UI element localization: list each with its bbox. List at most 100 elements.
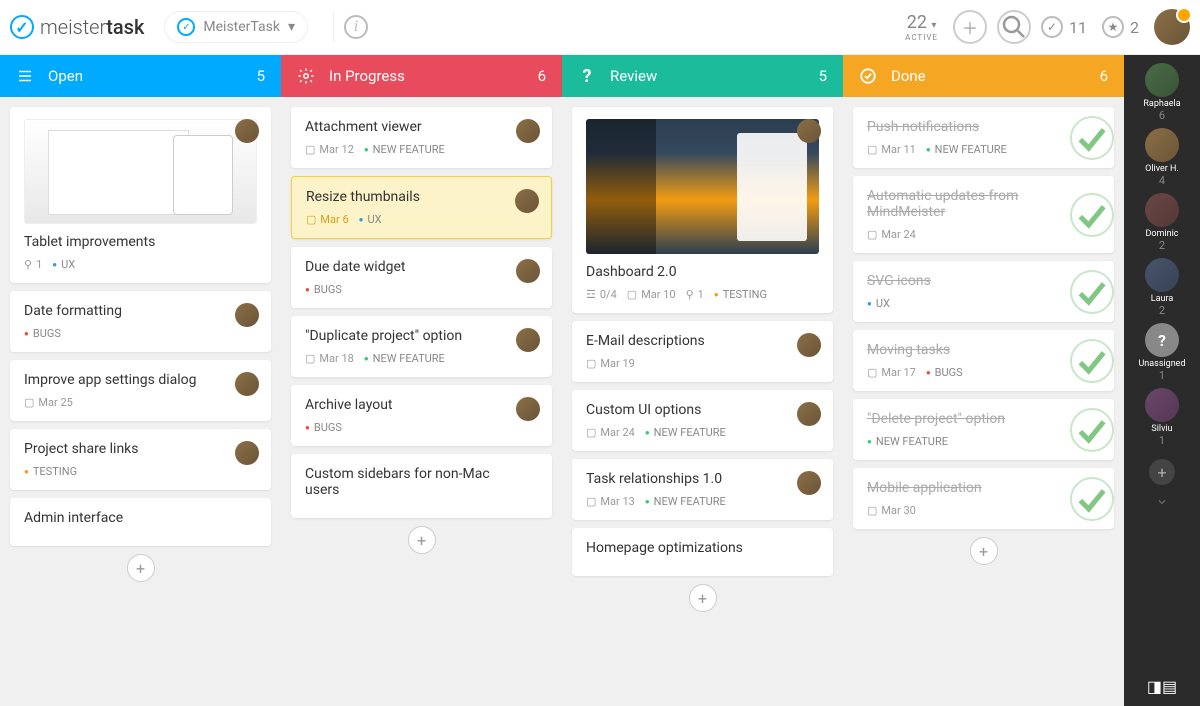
user-name: Oliver H. bbox=[1145, 164, 1179, 174]
task-card[interactable]: Tablet improvements⚲ 1UX bbox=[10, 107, 271, 283]
add-user-button[interactable]: + bbox=[1149, 459, 1175, 485]
sidebar-user[interactable]: Dominic 2 bbox=[1145, 193, 1179, 252]
task-card[interactable]: Task relationships 1.0 ▢ Mar 13 NEW FEATUR… bbox=[572, 459, 833, 520]
user-avatar: ? bbox=[1145, 323, 1179, 357]
tag: TESTING bbox=[24, 465, 77, 478]
card-title: Custom UI options bbox=[586, 402, 819, 418]
due-date: ▢ Mar 6 bbox=[306, 213, 349, 226]
add-card-button[interactable]: + bbox=[127, 554, 155, 582]
assignee-avatar[interactable] bbox=[516, 397, 540, 421]
sidebar-user[interactable]: ? Unassigned 1 bbox=[1138, 323, 1185, 382]
task-card[interactable]: "Delete project" optionNEW FEATURE bbox=[853, 399, 1114, 460]
active-tasks-count[interactable]: 22 ▾ ACTIVE bbox=[905, 12, 938, 42]
gear-icon bbox=[297, 67, 315, 85]
task-card[interactable]: Mobile application▢ Mar 30 bbox=[853, 468, 1114, 529]
assignee-avatar[interactable] bbox=[797, 119, 821, 143]
assignee-avatar[interactable] bbox=[516, 119, 540, 143]
tag: BUGS bbox=[926, 366, 963, 379]
assignee-avatar[interactable] bbox=[797, 333, 821, 357]
task-card[interactable]: Improve app settings dialog▢ Mar 25 bbox=[10, 360, 271, 421]
assignee-avatar[interactable] bbox=[515, 189, 539, 213]
task-card[interactable]: Push notifications▢ Mar 11NEW FEATURE bbox=[853, 107, 1114, 168]
column-header[interactable]: Done 6 bbox=[843, 55, 1124, 97]
assignee-avatar[interactable] bbox=[516, 328, 540, 352]
board: Open 5 Tablet improvements⚲ 1UX Date form… bbox=[0, 55, 1200, 706]
card-meta: ⚲ 1UX bbox=[24, 258, 257, 271]
assignee-avatar[interactable] bbox=[235, 441, 259, 465]
sidebar-user[interactable]: Silviu 1 bbox=[1145, 388, 1179, 447]
expand-icon[interactable]: ⌄ bbox=[1155, 489, 1168, 508]
paperclip-icon: ⚲ bbox=[24, 258, 32, 271]
assignee-avatar[interactable] bbox=[797, 471, 821, 495]
calendar-icon: ▢ bbox=[586, 357, 596, 370]
add-button[interactable]: ＋ bbox=[953, 10, 987, 44]
task-card[interactable]: Custom sidebars for non-Mac users bbox=[291, 454, 552, 518]
calendar-icon: ▢ bbox=[867, 366, 877, 379]
sidebar-user[interactable]: Laura 2 bbox=[1145, 258, 1179, 317]
card-title: Push notifications bbox=[867, 119, 1059, 135]
star-stat[interactable]: ★ 2 bbox=[1102, 16, 1139, 38]
task-card[interactable]: Homepage optimizations bbox=[572, 528, 833, 576]
add-card-button[interactable]: + bbox=[689, 584, 717, 612]
card-meta: ▢ Mar 12NEW FEATURE bbox=[305, 143, 538, 156]
assignee-avatar[interactable] bbox=[797, 402, 821, 426]
add-card-button[interactable]: + bbox=[408, 526, 436, 554]
column-count: 5 bbox=[257, 67, 265, 85]
user-avatar bbox=[1145, 193, 1179, 227]
due-date: ▢ Mar 18 bbox=[305, 352, 354, 365]
due-date: ▢ Mar 13 bbox=[586, 495, 635, 508]
assignee-avatar[interactable] bbox=[235, 372, 259, 396]
column-title: Done bbox=[891, 67, 926, 85]
assignee-avatar[interactable] bbox=[235, 119, 259, 143]
task-card[interactable]: "Duplicate project" option▢ Mar 18NEW FE… bbox=[291, 316, 552, 377]
tag: BUGS bbox=[305, 283, 342, 296]
card-meta: ▢ Mar 24NEW FEATURE bbox=[586, 426, 819, 439]
column-header[interactable]: ? Review 5 bbox=[562, 55, 843, 97]
task-card[interactable]: Automatic updates from MindMeister▢ Mar … bbox=[853, 176, 1114, 253]
column-body: Attachment viewer▢ Mar 12NEW FEATURE Resi… bbox=[281, 97, 562, 706]
task-card[interactable]: Dashboard 2.0☲ 0/4▢ Mar 10⚲ 1TESTING bbox=[572, 107, 833, 313]
task-card[interactable]: SVG iconsUX bbox=[853, 261, 1114, 322]
card-title: "Duplicate project" option bbox=[305, 328, 538, 344]
user-avatar[interactable] bbox=[1154, 9, 1190, 45]
task-card[interactable]: Due date widgetBUGS bbox=[291, 247, 552, 308]
task-card[interactable]: Custom UI options ▢ Mar 24NEW FEATURE bbox=[572, 390, 833, 451]
task-card[interactable]: Date formattingBUGS bbox=[10, 291, 271, 352]
chevron-down-icon: ▾ bbox=[288, 19, 295, 35]
card-meta: BUGS bbox=[305, 421, 538, 434]
sidebar-user[interactable]: Oliver H. 4 bbox=[1145, 128, 1179, 187]
task-card[interactable]: Archive layoutBUGS bbox=[291, 385, 552, 446]
task-card[interactable]: E-Mail descriptions▢ Mar 19 bbox=[572, 321, 833, 382]
tag: BUGS bbox=[24, 327, 61, 340]
task-card[interactable]: Admin interface bbox=[10, 498, 271, 546]
tag: NEW FEATURE bbox=[645, 495, 726, 508]
add-card-button[interactable]: + bbox=[970, 537, 998, 565]
header: ✓ meistertask ✓ MeisterTask ▾ i 22 ▾ ACT… bbox=[0, 0, 1200, 55]
sidebar-user[interactable]: Raphaela 6 bbox=[1143, 63, 1180, 122]
task-card[interactable]: Resize thumbnails▢ Mar 6UX bbox=[291, 176, 552, 239]
calendar-icon: ▢ bbox=[306, 213, 316, 226]
done-stat[interactable]: ✓ 11 bbox=[1041, 16, 1087, 38]
sidebar-toggle-icon[interactable]: ◨▤ bbox=[1147, 677, 1177, 696]
card-meta: TESTING bbox=[24, 465, 257, 478]
task-card[interactable]: Attachment viewer▢ Mar 12NEW FEATURE bbox=[291, 107, 552, 168]
assignee-avatar[interactable] bbox=[516, 259, 540, 283]
tag: BUGS bbox=[305, 421, 342, 434]
task-card[interactable]: Project share linksTESTING bbox=[10, 429, 271, 490]
calendar-icon: ▢ bbox=[867, 504, 877, 517]
due-date: ▢ Mar 25 bbox=[24, 396, 73, 409]
divider bbox=[333, 12, 334, 42]
search-button[interactable] bbox=[997, 10, 1031, 44]
project-switcher[interactable]: ✓ MeisterTask ▾ bbox=[164, 11, 308, 43]
card-title: Task relationships 1.0 bbox=[586, 471, 819, 487]
card-title: E-Mail descriptions bbox=[586, 333, 819, 349]
assignee-avatar[interactable] bbox=[235, 303, 259, 327]
column-header[interactable]: In Progress 6 bbox=[281, 55, 562, 97]
checklist-icon: ☲ bbox=[586, 288, 596, 301]
task-card[interactable]: Moving tasks▢ Mar 17BUGS bbox=[853, 330, 1114, 391]
logo[interactable]: ✓ meistertask bbox=[10, 15, 144, 39]
column-header[interactable]: Open 5 bbox=[0, 55, 281, 97]
info-button[interactable]: i bbox=[344, 15, 368, 39]
due-date: ▢ Mar 24 bbox=[586, 426, 635, 439]
column-title: Open bbox=[48, 67, 83, 85]
